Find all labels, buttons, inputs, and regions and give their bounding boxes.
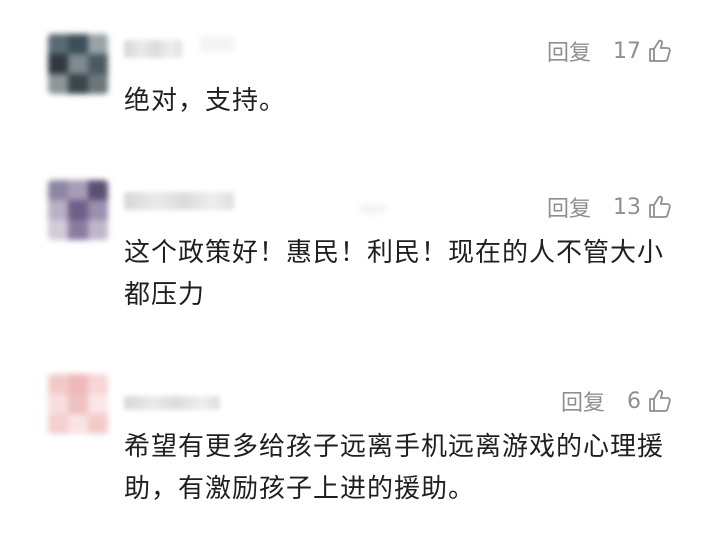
comment-actions: 回复 13	[547, 192, 673, 222]
like-count: 13	[613, 194, 641, 220]
comment-text: 绝对，支持。	[124, 86, 287, 116]
reply-button[interactable]: 回复	[547, 191, 591, 223]
username-secondary	[200, 36, 234, 52]
comment-text: 这个政策好！惠民！利民！现在的人不管大小都压力	[124, 238, 665, 310]
comment-actions: 回复 6	[561, 386, 673, 416]
reply-button[interactable]: 回复	[561, 385, 605, 417]
avatar[interactable]	[48, 34, 108, 94]
username[interactable]	[124, 396, 220, 410]
comment-actions: 回复 17	[547, 36, 673, 66]
comment-text: 希望有更多给孩子远离手机远离游戏的心理援助，有激励孩子上进的援助。	[124, 432, 665, 504]
username-secondary	[360, 204, 386, 214]
thumbs-up-icon[interactable]	[647, 38, 673, 64]
reply-button[interactable]: 回复	[547, 35, 591, 67]
like-count: 6	[627, 388, 641, 414]
thumbs-up-icon[interactable]	[647, 194, 673, 220]
comment-item: 回复 13 这个政策好！惠民！利民！现在的人不管大小都压力	[0, 170, 721, 340]
comment-item: 回复 6 希望有更多给孩子远离手机远离游戏的心理援助，有激励孩子上进的援助。	[0, 360, 721, 551]
thumbs-up-icon[interactable]	[647, 388, 673, 414]
avatar[interactable]	[48, 374, 108, 434]
username[interactable]	[124, 192, 234, 210]
comment-item: 回复 17 绝对，支持。	[0, 0, 721, 160]
avatar[interactable]	[48, 180, 108, 240]
username[interactable]	[124, 40, 182, 58]
like-count: 17	[613, 38, 641, 64]
